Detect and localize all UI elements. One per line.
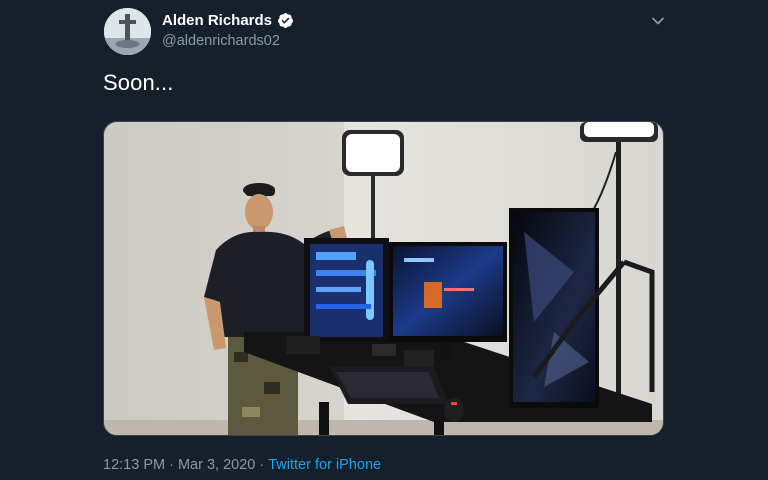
avatar-image xyxy=(104,8,151,55)
tweet-text: Soon... xyxy=(103,70,174,95)
verified-badge-icon xyxy=(277,12,294,29)
tweet-time[interactable]: 12:13 PM xyxy=(103,457,165,473)
meta-separator: · xyxy=(165,457,178,473)
meta-separator: · xyxy=(255,457,269,473)
tweet-meta: 12:13 PM · Mar 3, 2020 · Twitter for iPh… xyxy=(103,457,381,473)
chevron-down-icon[interactable] xyxy=(649,12,667,30)
display-name[interactable]: Alden Richards xyxy=(162,12,272,29)
author-name-row: Alden Richards xyxy=(162,12,294,29)
tweet-photo[interactable] xyxy=(103,121,664,436)
photo-illustration xyxy=(104,122,663,435)
author-handle[interactable]: @aldenrichards02 xyxy=(162,33,280,49)
avatar[interactable] xyxy=(104,8,151,55)
tweet-source-link[interactable]: Twitter for iPhone xyxy=(268,457,381,473)
tweet-date[interactable]: Mar 3, 2020 xyxy=(178,457,255,473)
